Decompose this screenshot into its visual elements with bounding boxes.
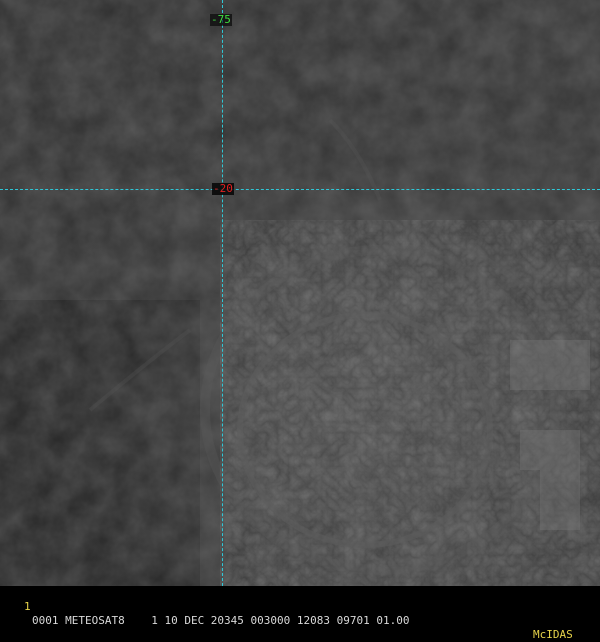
frame-number: 1 xyxy=(24,600,31,613)
image-status-bar: 1 0001 METEOSAT8 1 10 DEC 20345 003000 1… xyxy=(0,586,600,641)
longitude-label: -75 xyxy=(210,13,232,26)
satellite-imagery xyxy=(0,0,600,586)
latitude-label: -20 xyxy=(212,182,234,195)
longitude-grid-line xyxy=(222,0,223,586)
latitude-grid-line xyxy=(0,189,600,190)
satellite-image-view: -75 -20 xyxy=(0,0,600,586)
brand-label: McIDAS xyxy=(533,628,573,641)
image-header-text: 0001 METEOSAT8 1 10 DEC 20345 003000 120… xyxy=(32,614,410,627)
